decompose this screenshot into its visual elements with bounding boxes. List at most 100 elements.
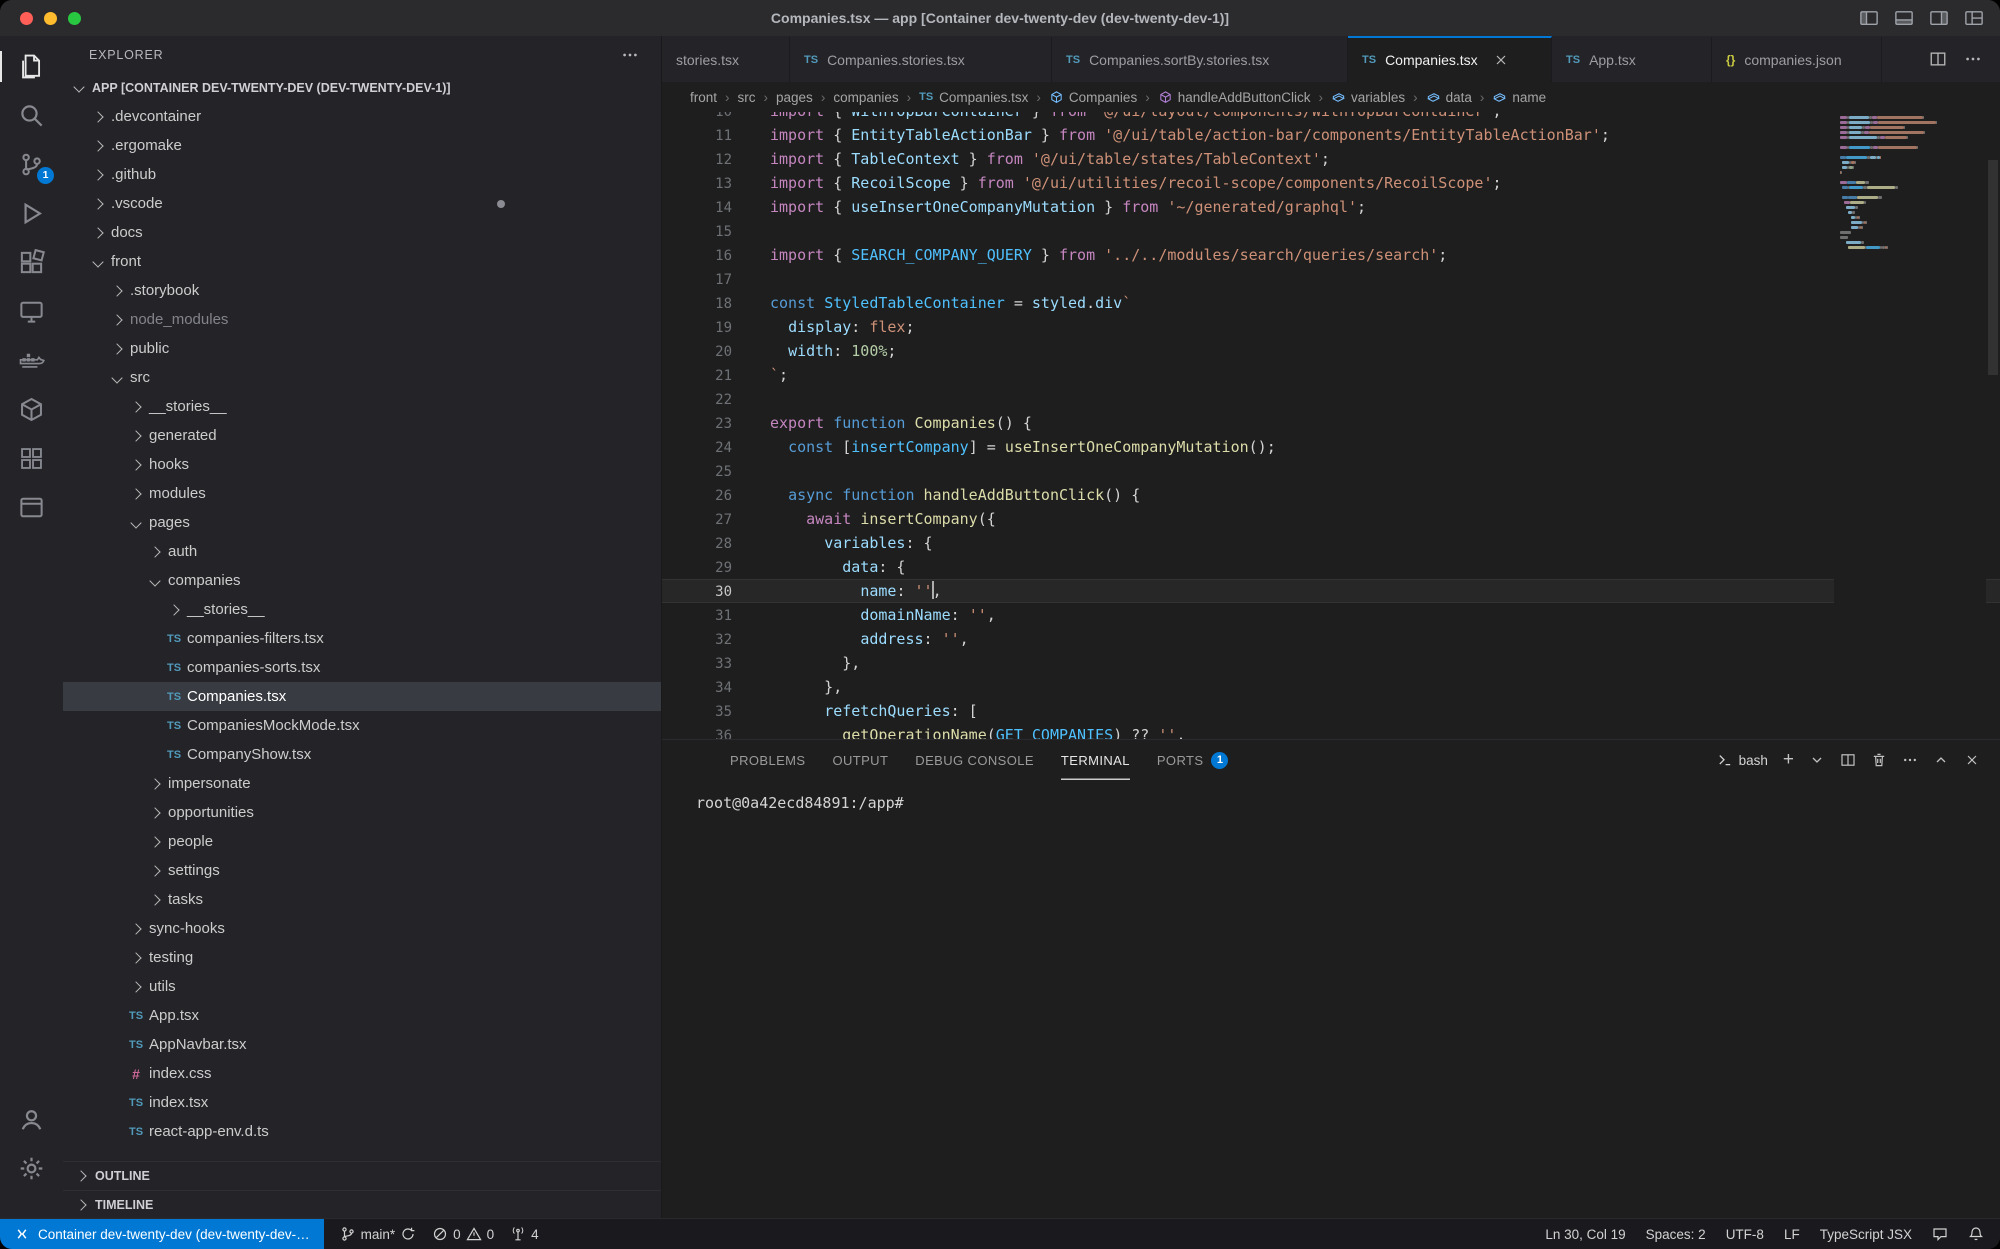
code-line[interactable]: 36 getOperationName(GET_COMPANIES) ?? ''… [662,723,2000,739]
tree-item-utils[interactable]: utils [63,972,661,1001]
split-terminal-icon[interactable] [1840,752,1856,768]
code-line[interactable]: 16import { SEARCH_COMPANY_QUERY } from '… [662,243,2000,267]
tree-item-stories[interactable]: __stories__ [63,392,661,421]
breadcrumb-item-variables[interactable]: variables [1331,90,1405,105]
panel-tab-terminal[interactable]: TERMINAL [1061,740,1130,780]
tree-item-public[interactable]: public [63,334,661,363]
code-line[interactable]: 32 address: '', [662,627,2000,651]
activity-item-remote-explorer[interactable] [0,287,63,336]
activity-item-live-preview[interactable] [0,483,63,532]
activity-item-docker[interactable] [0,336,63,385]
code-line[interactable]: 10import { WithTopBarContainer } from '@… [662,112,2000,123]
tree-item-generated[interactable]: generated [63,421,661,450]
terminal[interactable]: root@0a42ecd84891:/app# [662,780,2000,812]
breadcrumb-item-data[interactable]: data [1426,90,1472,105]
tree-item-opportunities[interactable]: opportunities [63,798,661,827]
code-line[interactable]: 14import { useInsertOneCompanyMutation }… [662,195,2000,219]
activity-item-settings[interactable] [0,1144,63,1193]
tree-item-people[interactable]: people [63,827,661,856]
tree-item-companies-sorts-tsx[interactable]: TScompanies-sorts.tsx [63,653,661,682]
code-line[interactable]: 27 await insertCompany({ [662,507,2000,531]
zoom-window-button[interactable] [68,12,81,25]
tree-item-docs[interactable]: docs [63,218,661,247]
language-mode[interactable]: TypeScript JSX [1820,1227,1912,1242]
code-line[interactable]: 26 async function handleAddButtonClick()… [662,483,2000,507]
panel-tab-ports[interactable]: PORTS1 [1157,740,1229,780]
new-terminal-button[interactable]: + [1783,752,1794,768]
branch-indicator[interactable]: main* [340,1226,417,1242]
indentation[interactable]: Spaces: 2 [1646,1227,1706,1242]
breadcrumb-item-companies[interactable]: companies [833,90,898,105]
code-line[interactable]: 13import { RecoilScope } from '@/ui/util… [662,171,2000,195]
tree-item-app-tsx[interactable]: TSApp.tsx [63,1001,661,1030]
close-panel-icon[interactable] [1964,752,1980,768]
breadcrumb-item-src[interactable]: src [738,90,756,105]
activity-item-search[interactable] [0,91,63,140]
tree-item-companies-tsx[interactable]: TSCompanies.tsx [63,682,661,711]
tree-item-auth[interactable]: auth [63,537,661,566]
code-line[interactable]: 35 refetchQueries: [ [662,699,2000,723]
code-line[interactable]: 12import { TableContext } from '@/ui/tab… [662,147,2000,171]
tab-app-tsx[interactable]: TSApp.tsx [1552,36,1712,82]
tab-companies-tsx[interactable]: TSCompanies.tsx [1348,36,1552,82]
panel-tab-output[interactable]: OUTPUT [832,740,888,780]
activity-item-run-debug[interactable] [0,189,63,238]
remote-indicator[interactable]: Container dev-twenty-dev (dev-twenty-dev… [0,1219,324,1249]
tab-companies-sortby-stories-tsx[interactable]: TSCompanies.sortBy.stories.tsx [1052,36,1348,82]
toggle-panel-icon[interactable] [1894,8,1914,28]
activity-item-source-control[interactable]: 1 [0,140,63,189]
tree-item-storybook[interactable]: .storybook [63,276,661,305]
tree-item-testing[interactable]: testing [63,943,661,972]
code-line[interactable]: 30 name: '', [662,579,2000,603]
activity-item-dev-containers[interactable] [0,385,63,434]
editor-scrollbar[interactable] [1986,112,2000,739]
tree-item-companies[interactable]: companies [63,566,661,595]
code-line[interactable]: 20 width: 100%; [662,339,2000,363]
close-window-button[interactable] [20,12,33,25]
tree-item-sync-hooks[interactable]: sync-hooks [63,914,661,943]
eol-sequence[interactable]: LF [1784,1227,1800,1242]
tree-item-hooks[interactable]: hooks [63,450,661,479]
breadcrumb-item-companies[interactable]: Companies [1049,90,1137,105]
tree-item-tasks[interactable]: tasks [63,885,661,914]
code-line[interactable]: 21`; [662,363,2000,387]
ports-indicator[interactable]: 4 [510,1226,539,1242]
tree-item-companiesmockmode-tsx[interactable]: TSCompaniesMockMode.tsx [63,711,661,740]
breadcrumb-item-handleaddbuttonclick[interactable]: handleAddButtonClick [1158,90,1311,105]
code-line[interactable]: 28 variables: { [662,531,2000,555]
code-line[interactable]: 34 }, [662,675,2000,699]
notifications-bell-icon[interactable] [1968,1226,1984,1242]
tree-item-impersonate[interactable]: impersonate [63,769,661,798]
close-icon[interactable] [1493,52,1509,68]
terminal-dropdown-icon[interactable] [1809,752,1825,768]
breadcrumb-item-companies-tsx[interactable]: TSCompanies.tsx [919,90,1028,105]
minimap[interactable] [1834,112,1986,739]
kill-terminal-icon[interactable] [1871,752,1887,768]
tree-item-node-modules[interactable]: node_modules [63,305,661,334]
cursor-position[interactable]: Ln 30, Col 19 [1545,1227,1625,1242]
panel-tab-problems[interactable]: PROBLEMS [730,740,805,780]
tab-companies-json[interactable]: {}companies.json [1712,36,1882,82]
outline-section[interactable]: OUTLINE [63,1161,661,1190]
tab-stories-tsx[interactable]: stories.tsx [662,36,790,82]
tree-item-modules[interactable]: modules [63,479,661,508]
panel-more-actions-icon[interactable] [1902,752,1918,768]
code-line[interactable]: 24 const [insertCompany] = useInsertOneC… [662,435,2000,459]
toggle-sidebar-icon[interactable] [1859,8,1879,28]
code-line[interactable]: 15 [662,219,2000,243]
activity-item-accounts[interactable] [0,1095,63,1144]
tree-item-settings[interactable]: settings [63,856,661,885]
breadcrumb-item-front[interactable]: front [690,90,717,105]
tree-item-ergomake[interactable]: .ergomake [63,131,661,160]
code-line[interactable]: 11import { EntityTableActionBar } from '… [662,123,2000,147]
tree-item-index-css[interactable]: #index.css [63,1059,661,1088]
code-line[interactable]: 17 [662,267,2000,291]
tree-item-front[interactable]: front [63,247,661,276]
minimize-window-button[interactable] [44,12,57,25]
split-editor-icon[interactable] [1929,50,1947,68]
timeline-section[interactable]: TIMELINE [63,1190,661,1219]
explorer-more-actions-icon[interactable] [621,46,639,64]
feedback-icon[interactable] [1932,1226,1948,1242]
code-line[interactable]: 31 domainName: '', [662,603,2000,627]
tab-companies-stories-tsx[interactable]: TSCompanies.stories.tsx [790,36,1052,82]
